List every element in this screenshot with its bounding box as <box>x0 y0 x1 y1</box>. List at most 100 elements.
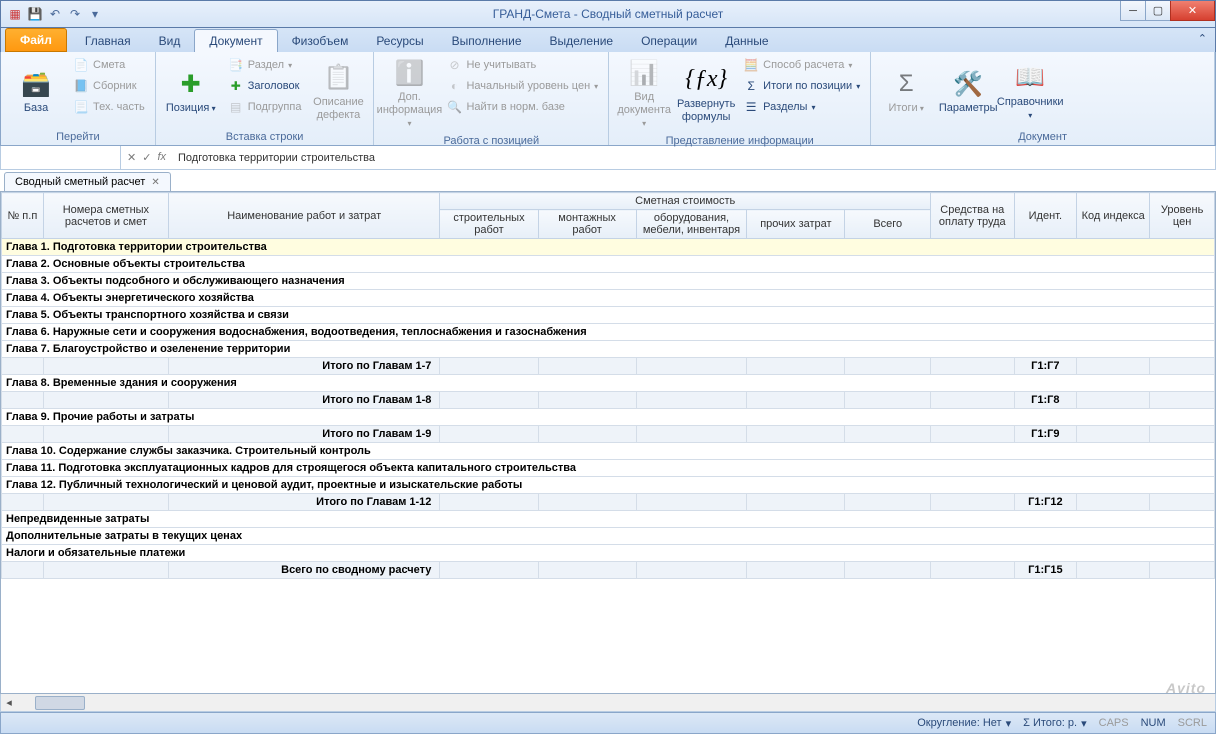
tab-view[interactable]: Вид <box>145 30 195 52</box>
save-icon[interactable]: 💾 <box>27 6 43 22</box>
group-insert-row: ✚ Позиция 📑Раздел ✚Заголовок ▤Подгруппа … <box>156 52 375 145</box>
params-button[interactable]: 🛠️ Параметры <box>939 55 997 129</box>
sheet-tabs: Сводный сметный расчет ✕ <box>0 170 1216 192</box>
table-row[interactable]: Итого по Главам 1-7Г1:Г7 <box>2 358 1215 375</box>
table-row[interactable]: Глава 4. Объекты энергетического хозяйст… <box>2 290 1215 307</box>
tab-data[interactable]: Данные <box>711 30 782 52</box>
table-row[interactable]: Дополнительные затраты в текущих ценах <box>2 528 1215 545</box>
col-vsego[interactable]: Всего <box>845 210 931 239</box>
col-kod[interactable]: Код индекса <box>1077 193 1150 239</box>
estimate-table: № п.п Номера сметных расчетов и смет Наи… <box>1 192 1215 579</box>
close-button[interactable]: ✕ <box>1170 1 1215 21</box>
dopinfo-button[interactable]: ℹ️ Доп. информация <box>380 55 438 133</box>
col-naim[interactable]: Наименование работ и затрат <box>169 193 440 239</box>
table-row[interactable]: Глава 10. Содержание службы заказчика. С… <box>2 443 1215 460</box>
sbornik-button[interactable]: 📘Сборник <box>69 76 149 96</box>
tab-resources[interactable]: Ресурсы <box>362 30 437 52</box>
fx-label[interactable]: fx <box>157 151 166 164</box>
table-row[interactable]: Глава 11. Подготовка эксплуатационных ка… <box>2 460 1215 477</box>
table-row[interactable]: Глава 2. Основные объекты строительства <box>2 256 1215 273</box>
table-area[interactable]: № п.п Номера сметных расчетов и смет Наи… <box>0 192 1216 694</box>
expand-formulas-button[interactable]: {ƒx} Развернуть формулы <box>677 55 735 133</box>
table-row[interactable]: Глава 9. Прочие работы и затраты <box>2 409 1215 426</box>
scroll-thumb[interactable] <box>35 696 85 710</box>
itogi-button[interactable]: Σ Итоги <box>877 55 935 129</box>
minimize-button[interactable]: ─ <box>1120 1 1146 21</box>
col-num[interactable]: № п.п <box>2 193 44 239</box>
sposob-button[interactable]: 🧮Способ расчета <box>739 55 864 75</box>
ribbon-collapse-icon[interactable]: ⌃ <box>1198 32 1207 45</box>
header-button[interactable]: ✚Заголовок <box>224 76 306 96</box>
razdely-button[interactable]: ☰Разделы <box>739 97 864 117</box>
col-sredstva[interactable]: Средства на оплату труда <box>931 193 1015 239</box>
undo-icon[interactable]: ↶ <box>47 6 63 22</box>
fx-icon: {ƒx} <box>690 64 722 96</box>
book-icon: 📘 <box>73 78 89 94</box>
tab-main[interactable]: Главная <box>71 30 145 52</box>
level-icon: ◐ <box>446 78 462 94</box>
nachur-button[interactable]: ◐Начальный уровень цен <box>442 76 602 96</box>
group-goto: 🗃️ База 📄Смета 📘Сборник 📃Тех. часть Пере… <box>1 52 156 145</box>
totals-icon: Σ <box>890 68 922 100</box>
close-tab-icon[interactable]: ✕ <box>151 177 159 188</box>
maximize-button[interactable]: ▢ <box>1145 1 1171 21</box>
neuchit-button[interactable]: ⊘Не учитывать <box>442 55 602 75</box>
base-button[interactable]: 🗃️ База <box>7 55 65 129</box>
status-total[interactable]: Σ Итого: р.▾ <box>1023 717 1087 730</box>
table-row[interactable]: Глава 7. Благоустройство и озеленение те… <box>2 341 1215 358</box>
status-rounding[interactable]: Округление: Нет▾ <box>917 717 1011 730</box>
col-prochih[interactable]: прочих затрат <box>747 210 845 239</box>
defect-button[interactable]: 📋 Описание дефекта <box>309 55 367 129</box>
horizontal-scrollbar[interactable]: ◂ <box>0 694 1216 712</box>
tab-file[interactable]: Файл <box>5 28 67 52</box>
header-icon: ✚ <box>228 78 244 94</box>
table-row[interactable]: Итого по Главам 1-9Г1:Г9 <box>2 426 1215 443</box>
table-row[interactable]: Глава 3. Объекты подсобного и обслуживаю… <box>2 273 1215 290</box>
table-row[interactable]: Непредвиденные затраты <box>2 511 1215 528</box>
table-row[interactable]: Итого по Главам 1-12Г1:Г12 <box>2 494 1215 511</box>
col-uroven[interactable]: Уровень цен <box>1150 193 1215 239</box>
tab-document[interactable]: Документ <box>194 29 277 52</box>
subgroup-icon: ▤ <box>228 99 244 115</box>
window-title: ГРАНД-Смета - Сводный сметный расчет <box>493 7 724 21</box>
table-row[interactable]: Глава 12. Публичный технологический и це… <box>2 477 1215 494</box>
table-row[interactable]: Налоги и обязательные платежи <box>2 545 1215 562</box>
tech-button[interactable]: 📃Тех. часть <box>69 97 149 117</box>
cancel-fx-icon[interactable]: ✕ <box>127 151 136 164</box>
col-oborud[interactable]: оборудования, мебели, инвентаря <box>636 210 747 239</box>
col-ident[interactable]: Идент. <box>1014 193 1077 239</box>
smeta-button[interactable]: 📄Смета <box>69 55 149 75</box>
cell-reference[interactable] <box>1 146 121 169</box>
viddoc-button[interactable]: 📊 Вид документа <box>615 55 673 133</box>
col-stroit[interactable]: строительных работ <box>440 210 538 239</box>
scroll-left-icon[interactable]: ◂ <box>1 695 17 711</box>
accept-fx-icon[interactable]: ✓ <box>142 151 151 164</box>
redo-icon[interactable]: ↷ <box>67 6 83 22</box>
table-row[interactable]: Глава 6. Наружные сети и сооружения водо… <box>2 324 1215 341</box>
position-button[interactable]: ✚ Позиция <box>162 55 220 129</box>
subgroup-button[interactable]: ▤Подгруппа <box>224 97 306 117</box>
col-nomera[interactable]: Номера сметных расчетов и смет <box>43 193 168 239</box>
naiti-button[interactable]: 🔍Найти в норм. базе <box>442 97 602 117</box>
table-row[interactable]: Всего по сводному расчетуГ1:Г15 <box>2 562 1215 579</box>
section-button[interactable]: 📑Раздел <box>224 55 306 75</box>
qat-more-icon[interactable]: ▾ <box>87 6 103 22</box>
formula-input[interactable]: Подготовка территории строительства <box>172 152 1215 164</box>
table-row[interactable]: Итого по Главам 1-8Г1:Г8 <box>2 392 1215 409</box>
doc-icon: 📄 <box>73 57 89 73</box>
itogipoz-button[interactable]: ΣИтоги по позиции <box>739 76 864 96</box>
sheet-tab[interactable]: Сводный сметный расчет ✕ <box>4 172 171 191</box>
table-row[interactable]: Глава 1. Подготовка территории строитель… <box>2 239 1215 256</box>
col-montazh[interactable]: монтажных работ <box>538 210 636 239</box>
app-icon: ▦ <box>7 6 23 22</box>
col-smetn[interactable]: Сметная стоимость <box>440 193 931 210</box>
tab-selection[interactable]: Выделение <box>536 30 628 52</box>
info-icon: ℹ️ <box>393 57 425 89</box>
tab-operations[interactable]: Операции <box>627 30 711 52</box>
sprav-button[interactable]: 📖 Справочники <box>1001 55 1059 129</box>
tab-phys[interactable]: Физобъем <box>278 30 363 52</box>
table-row[interactable]: Глава 5. Объекты транспортного хозяйства… <box>2 307 1215 324</box>
tab-execution[interactable]: Выполнение <box>438 30 536 52</box>
table-row[interactable]: Глава 8. Временные здания и сооружения <box>2 375 1215 392</box>
reference-icon: 📖 <box>1014 62 1046 94</box>
